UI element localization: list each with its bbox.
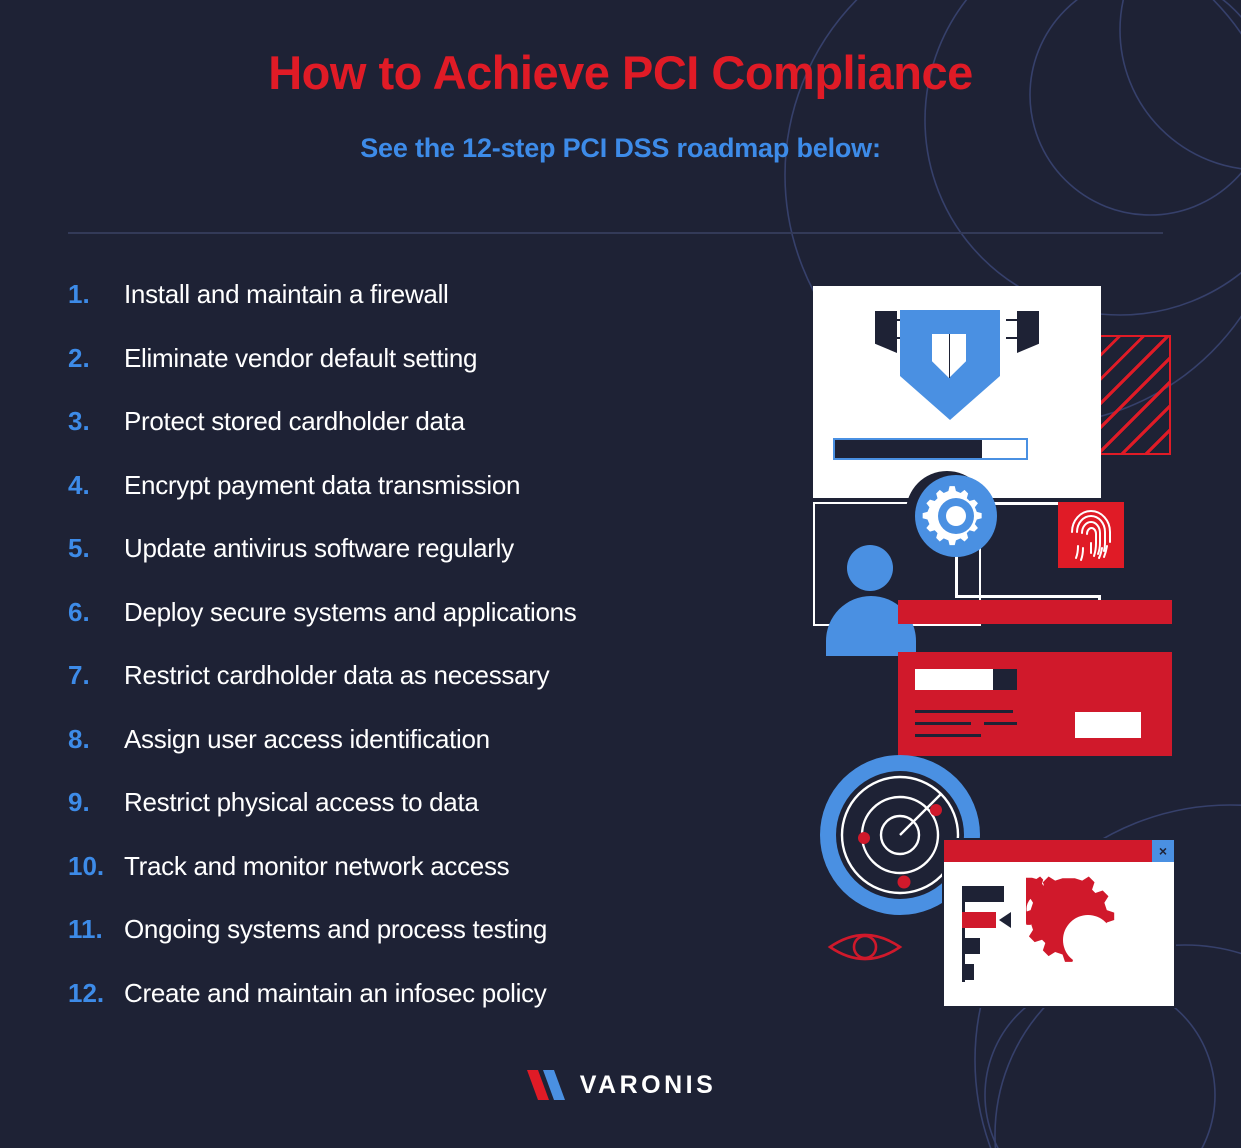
brand-name: VARONIS: [579, 1070, 717, 1099]
list-item-label: Restrict physical access to data: [124, 787, 479, 817]
list-item-number: 9.: [68, 787, 90, 817]
list-item-number: 10.: [68, 850, 105, 881]
pci-steps-list: 1. Install and maintain a firewall 2. El…: [68, 279, 808, 1041]
card-text-line: [915, 734, 981, 737]
list-item-number: 5.: [68, 533, 90, 563]
card-chip-light: [915, 669, 993, 690]
shield-wing-right: [1017, 311, 1039, 353]
eye-icon: [825, 925, 905, 969]
list-item-number: 7.: [68, 660, 90, 690]
connector-line: [955, 595, 1101, 598]
shield-icon: [875, 310, 1039, 424]
list-item: 7. Restrict cardholder data as necessary: [68, 660, 808, 724]
hatched-square-decoration: [1095, 335, 1171, 455]
card-text-line: [915, 710, 1013, 713]
list-item-label: Protect stored cardholder data: [124, 406, 465, 436]
footer-logo: VARONIS: [0, 1068, 1241, 1102]
list-item: 9. Restrict physical access to data: [68, 787, 808, 851]
chart-bar: [962, 964, 974, 980]
list-item-label: Install and maintain a firewall: [124, 279, 449, 309]
list-item-label: Encrypt payment data transmission: [124, 469, 521, 500]
shield-bar: [1006, 337, 1018, 339]
chart-pointer-icon: [999, 912, 1011, 928]
list-item: 6. Deploy secure systems and application…: [68, 597, 808, 661]
progress-bar: [833, 438, 1028, 460]
varonis-logo-icon: [526, 1070, 565, 1100]
fingerprint-icon: [1058, 502, 1124, 568]
list-item: 4. Encrypt payment data transmission: [68, 470, 808, 534]
card-logo-block: [1075, 712, 1141, 738]
list-item-label: Restrict cardholder data as necessary: [124, 660, 550, 690]
list-item: 10. Track and monitor network access: [68, 851, 808, 915]
red-bar-decoration: [898, 600, 1172, 624]
card-text-line: [915, 722, 971, 725]
list-item-number: 6.: [68, 596, 90, 627]
page-subtitle: See the 12-step PCI DSS roadmap below:: [360, 133, 881, 164]
list-item: 5. Update antivirus software regularly: [68, 533, 808, 597]
list-item-label: Deploy secure systems and applications: [124, 596, 577, 627]
security-illustration: ×: [800, 280, 1200, 1020]
browser-window: ×: [942, 838, 1176, 1008]
list-item-number: 1.: [68, 279, 90, 309]
list-item: 1. Install and maintain a firewall: [68, 279, 808, 343]
list-item-number: 11.: [68, 914, 103, 944]
header: How to Achieve PCI Compliance See the 12…: [0, 0, 1241, 164]
list-item: 8. Assign user access identification: [68, 724, 808, 788]
list-item-number: 4.: [68, 469, 90, 500]
list-item-number: 8.: [68, 723, 90, 754]
page-title: How to Achieve PCI Compliance: [268, 46, 973, 99]
list-item-label: Create and maintain an infosec policy: [124, 977, 547, 1008]
shield-inner-divider: [948, 334, 950, 378]
card-text-line: [984, 722, 1017, 725]
list-item-number: 2.: [68, 342, 90, 373]
list-item-label: Track and monitor network access: [124, 850, 510, 881]
list-item: 12. Create and maintain an infosec polic…: [68, 978, 808, 1042]
chart-bar: [962, 938, 980, 954]
card-chip-dark: [993, 669, 1017, 690]
chart-bar: [962, 886, 1004, 902]
shield-bar: [1006, 319, 1018, 321]
chart-bar-highlight: [962, 912, 996, 928]
list-item: 3. Protect stored cardholder data: [68, 406, 808, 470]
window-title-bar: [944, 840, 1174, 862]
monitor-panel: [813, 286, 1101, 498]
credit-card-icon: [898, 652, 1172, 756]
shield-wing-left: [875, 311, 897, 353]
list-item-label: Ongoing systems and process testing: [124, 914, 548, 944]
user-icon-head: [847, 545, 893, 591]
list-item-label: Eliminate vendor default setting: [124, 342, 478, 373]
list-item: 2. Eliminate vendor default setting: [68, 343, 808, 407]
list-item: 11. Ongoing systems and process testing: [68, 914, 808, 978]
close-icon[interactable]: ×: [1152, 840, 1174, 862]
list-item-label: Update antivirus software regularly: [124, 533, 514, 563]
progress-bar-fill: [835, 440, 983, 458]
header-divider: [68, 232, 1163, 234]
gear-icon: [906, 471, 997, 557]
list-item-number: 12.: [68, 977, 105, 1008]
list-item-label: Assign user access identification: [124, 723, 490, 754]
list-item-number: 3.: [68, 406, 90, 436]
